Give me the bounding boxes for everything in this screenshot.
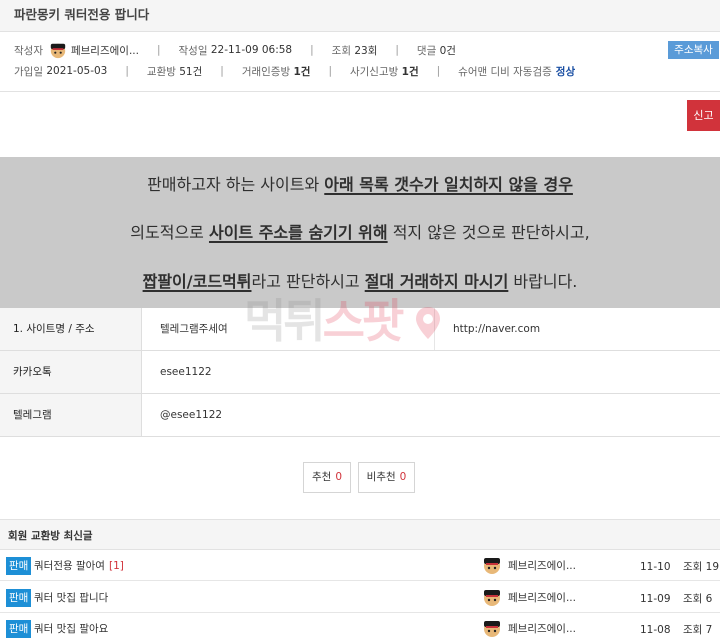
joined-label: 가입일 xyxy=(14,65,43,78)
recent-posts-header: 회원 교환방 최신글 xyxy=(0,519,720,550)
upvote-count: 0 xyxy=(335,471,342,483)
list-item[interactable]: 판매 쿼터전용 팔아여 [1] 페브리즈에이... 11-10 조회 19 xyxy=(0,550,720,581)
comment-count: [1] xyxy=(108,560,124,572)
meta-separator: | xyxy=(328,65,332,77)
db-check-label: 슈어맨 디비 자동검증 xyxy=(458,65,552,78)
comments-value: 0건 xyxy=(439,44,456,57)
downvote-label: 비추천 xyxy=(366,471,396,483)
upvote-label: 추천 xyxy=(311,471,332,483)
sale-tag: 판매 xyxy=(6,557,32,575)
telegram-value: @esee1122 xyxy=(160,409,223,421)
meta-separator: | xyxy=(220,65,224,77)
list-item[interactable]: 판매 쿼터 맛집 팔아요 페브리즈에이... 11-08 조회 7 xyxy=(0,613,720,643)
watermark-logo: 먹튀스팟 xyxy=(244,285,442,351)
post-views: 조회 19 xyxy=(683,561,720,573)
meta-separator: | xyxy=(395,44,399,56)
trade-cert-value: 1건 xyxy=(293,65,311,78)
trade-cert-label: 거래인증방 xyxy=(241,65,291,78)
location-pin-icon xyxy=(416,307,441,339)
post-title-bar: 파란몽키 쿼터전용 팝니다 xyxy=(0,0,720,32)
post-date: 11-09 xyxy=(640,593,671,605)
notice-line-2: 의도적으로 사이트 주소를 숨기기 위해 적지 않은 것으로 판단하시고, xyxy=(0,219,720,243)
notice-text: 바랍니다. xyxy=(508,272,578,291)
db-check-status: 정상 xyxy=(555,65,576,78)
site-label: 1. 사이트명 / 주소 xyxy=(0,308,142,350)
author-label: 작성자 xyxy=(14,44,43,57)
post-subject[interactable]: 쿼터전용 팔아여 [1] xyxy=(34,557,124,575)
list-item[interactable]: 판매 쿼터 맛집 팝니다 페브리즈에이... 11-09 조회 6 xyxy=(0,582,720,613)
downvote-count: 0 xyxy=(399,471,407,483)
post-author[interactable]: 페브리즈에이... xyxy=(508,557,576,575)
post-title: 파란몽키 쿼터전용 팝니다 xyxy=(14,7,150,22)
notice-emphasis: 아래 목록 갯수가 일치하지 않을 경우 xyxy=(324,175,573,194)
notice-line-1: 판매하고자 하는 사이트와 아래 목록 갯수가 일치하지 않을 경우 xyxy=(0,171,720,195)
exchange-label: 교환방 xyxy=(146,65,176,78)
post-author[interactable]: 페브리즈에이... xyxy=(508,589,576,607)
upvote-button[interactable]: 추천 0 xyxy=(303,462,351,493)
post-subject[interactable]: 쿼터 맛집 팝니다 xyxy=(34,589,112,607)
date-label: 작성일 xyxy=(178,44,208,57)
notice-emphasis: 사이트 주소를 숨기기 위해 xyxy=(208,223,388,242)
author-avatar-icon xyxy=(484,590,500,606)
post-meta-row: 작성자 페브리즈에이... | 작성일 22-11-09 06:58 | 조회 … xyxy=(0,41,720,59)
date-value: 22-11-09 06:58 xyxy=(210,44,293,56)
member-stats-row: 가입일 2021-05-03 | 교환방 51건 | 거래인증방 1건 | 사기… xyxy=(0,62,720,80)
site-url[interactable]: http://naver.com xyxy=(434,308,540,350)
author-avatar-icon[interactable] xyxy=(49,41,67,59)
divider xyxy=(0,91,720,92)
post-subject[interactable]: 쿼터 맛집 팔아요 xyxy=(34,620,112,638)
author-name[interactable]: 페브리즈에이... xyxy=(71,43,139,58)
meta-separator: | xyxy=(156,44,161,56)
post-date: 11-08 xyxy=(640,624,671,636)
post-views: 조회 6 xyxy=(683,593,713,605)
post-date: 11-10 xyxy=(640,561,671,573)
meta-separator: | xyxy=(436,65,441,77)
views-label: 조회 xyxy=(331,44,351,57)
watermark-text: 스팟 xyxy=(322,294,405,348)
sale-tag: 판매 xyxy=(6,620,32,638)
notice-emphasis: 짭팔이/코드먹튀 xyxy=(142,272,252,291)
meta-separator: | xyxy=(125,65,129,77)
exchange-value: 51건 xyxy=(179,65,203,78)
post-author[interactable]: 페브리즈에이... xyxy=(508,620,576,638)
notice-text: 적지 않은 것으로 판단하시고, xyxy=(387,223,590,242)
watermark-text: 먹튀 xyxy=(244,294,326,348)
notice-text: 의도적으로 xyxy=(130,223,209,242)
site-name: 텔레그램주세여 xyxy=(160,323,228,335)
sale-tag: 판매 xyxy=(6,589,32,607)
downvote-button[interactable]: 비추천 0 xyxy=(358,462,415,493)
table-row: 카카오톡 esee1122 xyxy=(0,351,720,394)
meta-separator: | xyxy=(310,44,314,56)
kakao-label: 카카오톡 xyxy=(0,351,142,393)
telegram-label: 텔레그램 xyxy=(0,394,142,436)
report-button[interactable]: 신고 xyxy=(687,100,720,131)
author-avatar-icon xyxy=(484,621,500,637)
views-value: 23회 xyxy=(354,44,378,57)
fraud-report-value: 1건 xyxy=(401,65,419,78)
notice-text: 판매하고자 하는 사이트와 xyxy=(147,175,325,194)
table-row: 텔레그램 @esee1122 xyxy=(0,394,720,437)
fraud-report-label: 사기신고방 xyxy=(349,65,399,78)
comments-label: 댓글 xyxy=(416,44,437,57)
post-views: 조회 7 xyxy=(683,624,713,636)
copy-address-button[interactable]: 주소복사 xyxy=(668,41,719,59)
recent-posts-heading: 회원 교환방 최신글 xyxy=(8,530,93,542)
joined-value: 2021-05-03 xyxy=(46,65,108,77)
author-avatar-icon xyxy=(484,558,500,574)
kakao-value: esee1122 xyxy=(160,366,212,378)
